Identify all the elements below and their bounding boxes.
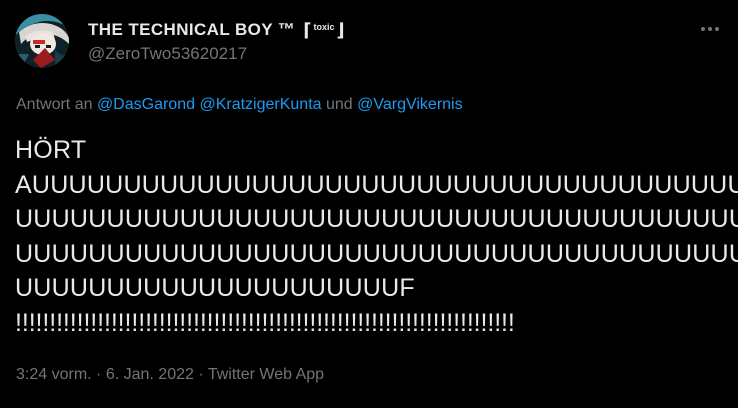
- tweet: THE TECHNICAL BOY ™ ⌈ toxic ⌋ @ZeroTwo53…: [0, 0, 738, 408]
- reply-prefix: Antwort an: [16, 96, 93, 113]
- tweet-text-line: HÖRT: [15, 136, 87, 164]
- badge-text: toxic: [313, 21, 335, 32]
- tweet-text-line: UUUUUUUUUUUUUUUUUUUUUUUUUUUUUUUUUUUUUUUU: [15, 205, 738, 233]
- tweet-text-line: !!!!!!!!!!!!!!!!!!!!!!!!!!!!!!!!!!!!!!!!…: [15, 308, 515, 337]
- mention-link-vargvikernis[interactable]: @VargVikernis: [357, 96, 462, 113]
- reply-context: Antwort an @DasGarond @KratzigerKunta un…: [16, 96, 463, 114]
- tweet-text-line: AUUUUUUUUUUUUUUUUUUUUUUUUUUUUUUUUUUUUUUU: [15, 170, 738, 199]
- tweet-text-line: UUUUUUUUUUUUUUUUUUUUUF: [15, 274, 415, 302]
- anime-avatar-icon: [15, 14, 69, 68]
- badge-open-bracket: ⌈: [303, 19, 312, 40]
- more-button[interactable]: [693, 16, 727, 42]
- avatar[interactable]: [15, 14, 69, 68]
- tweet-time-link[interactable]: 3:24 vorm.: [16, 366, 92, 383]
- meta-separator: ·: [198, 366, 204, 383]
- author-name-row[interactable]: THE TECHNICAL BOY ™ ⌈ toxic ⌋: [88, 18, 345, 42]
- author-handle[interactable]: @ZeroTwo53620217: [88, 44, 247, 64]
- name-badge: ⌈ toxic ⌋: [303, 20, 344, 41]
- mention-link-kratzigerkunta[interactable]: @KratzigerKunta: [199, 96, 321, 113]
- tweet-text-line: UUUUUUUUUUUUUUUUUUUUUUUUUUUUUUUUUUUUUUUU: [15, 239, 738, 268]
- meta-separator: ·: [96, 366, 102, 383]
- display-name[interactable]: THE TECHNICAL BOY ™: [88, 20, 295, 40]
- more-horizontal-icon: [701, 27, 719, 31]
- badge-close-bracket: ⌋: [336, 19, 345, 40]
- reply-conjunction: und: [325, 96, 353, 113]
- tweet-source-link[interactable]: Twitter Web App: [208, 366, 324, 383]
- tweet-meta: 3:24 vorm. · 6. Jan. 2022 · Twitter Web …: [16, 366, 324, 384]
- mention-link-dasgarond[interactable]: @DasGarond: [97, 96, 195, 113]
- tweet-date-link[interactable]: 6. Jan. 2022: [106, 366, 194, 383]
- tweet-text: HÖRT AUUUUUUUUUUUUUUUUUUUUUUUUUUUUUUUUUU…: [15, 133, 738, 340]
